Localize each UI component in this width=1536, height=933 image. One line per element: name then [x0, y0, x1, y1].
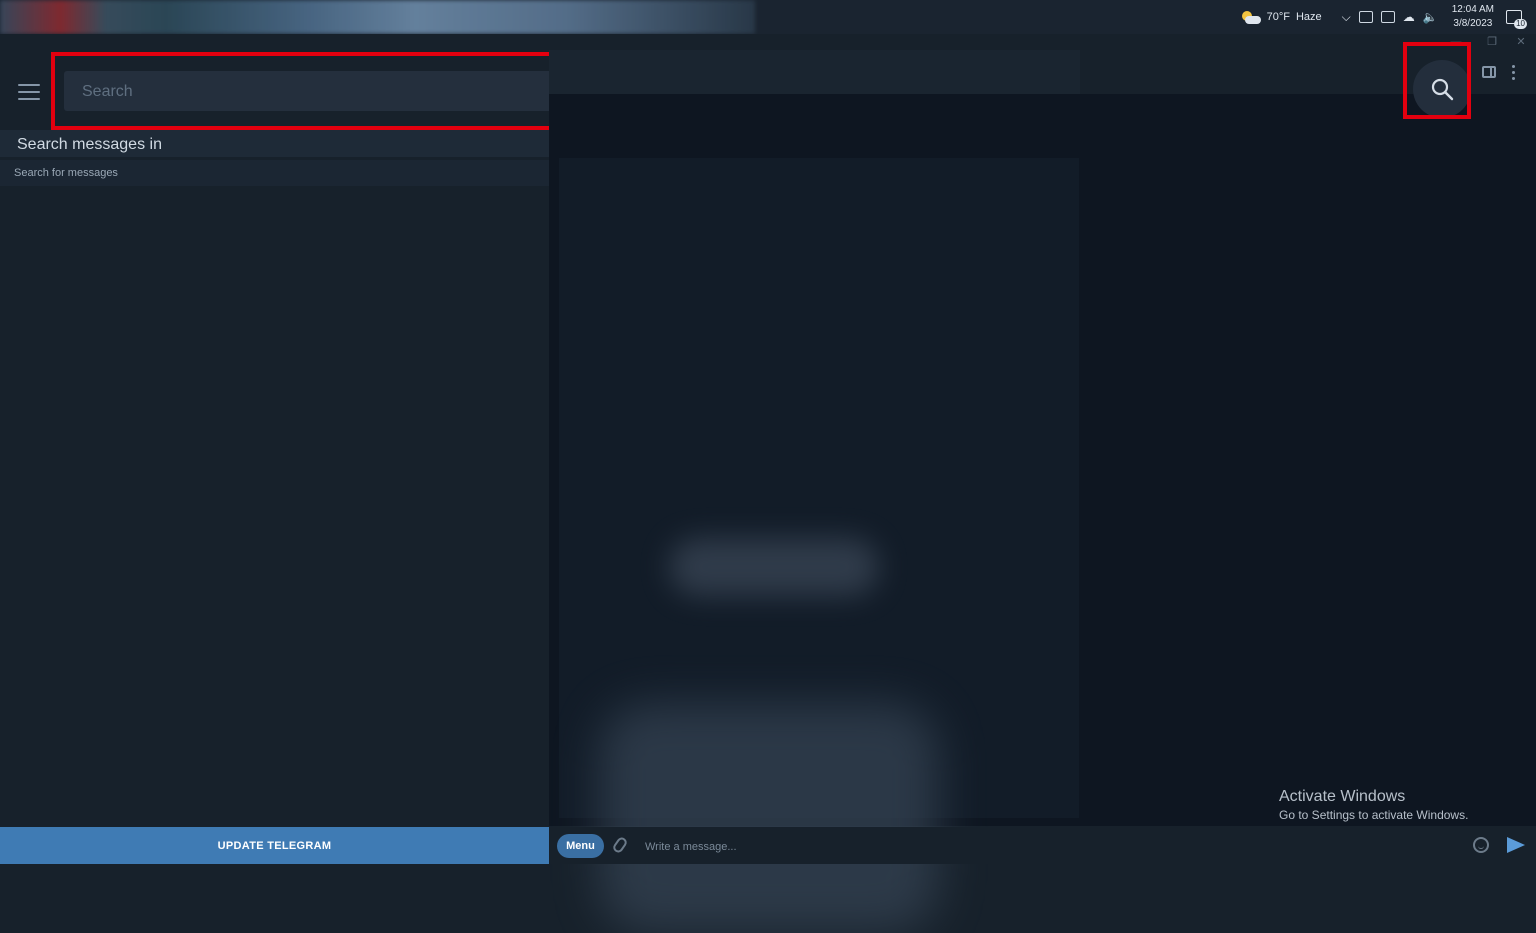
onedrive-cloud-icon[interactable]: ☁ — [1403, 10, 1415, 24]
chat-area: Activate Windows Go to Settings to activ… — [549, 42, 1536, 933]
weather-icon[interactable] — [1239, 9, 1261, 25]
activate-windows-title: Activate Windows — [1279, 788, 1406, 805]
menu-icon[interactable] — [18, 84, 40, 100]
clock-date: 3/8/2023 — [1453, 18, 1493, 29]
attach-icon[interactable] — [611, 835, 629, 855]
notification-count: 10 — [1514, 19, 1527, 29]
update-telegram-button[interactable]: UPDATE TELEGRAM — [0, 827, 549, 864]
network-icon[interactable] — [1358, 11, 1373, 23]
windows-taskbar: 70°F Haze ⌵ ☁ 🔈 12:04 AM 3/8/2023 10 — [0, 0, 1536, 34]
system-tray: 70°F Haze ⌵ ☁ 🔈 12:04 AM 3/8/2023 10 — [1239, 0, 1536, 34]
sidebar-toggle-icon[interactable] — [1482, 66, 1496, 78]
chat-search-highlight-box — [1403, 42, 1471, 119]
window-title-bar: — ❐ ✕ — [0, 34, 1536, 50]
blurred-taskbar-apps — [0, 0, 755, 34]
phone-link-icon[interactable] — [1380, 11, 1395, 23]
left-panel: Search messages in Search for messages — [0, 50, 857, 826]
blurred-message — [669, 538, 879, 596]
weather-condition[interactable]: Haze — [1296, 11, 1322, 23]
search-for-messages-row[interactable]: Search for messages — [0, 160, 549, 186]
weather-temperature[interactable]: 70°F — [1267, 11, 1290, 23]
bot-menu-button[interactable]: Menu — [557, 834, 604, 858]
emoji-icon[interactable] — [1473, 837, 1489, 853]
chat-messages-blurred — [559, 158, 1079, 933]
message-composer: Menu — [549, 827, 1536, 864]
search-messages-in-title: Search messages in — [17, 136, 162, 153]
activate-windows-watermark: Activate Windows Go to Settings to activ… — [1279, 788, 1468, 824]
close-icon[interactable]: ✕ — [1513, 34, 1529, 50]
chat-header-info[interactable] — [549, 50, 1080, 94]
search-for-messages-label: Search for messages — [14, 167, 118, 179]
more-icon[interactable] — [1512, 65, 1516, 81]
activate-windows-subtitle: Go to Settings to activate Windows. — [1279, 808, 1469, 822]
volume-icon[interactable]: 🔈 — [1423, 10, 1438, 24]
clock-time: 12:04 AM — [1451, 4, 1494, 15]
chevron-down-icon[interactable]: ⌵ — [1342, 10, 1351, 25]
blurred-message — [599, 703, 939, 933]
chat-header — [549, 50, 1536, 94]
send-icon[interactable] — [1507, 837, 1525, 853]
notifications-icon[interactable]: 10 — [1506, 10, 1527, 29]
taskbar-clock[interactable]: 12:04 AM 3/8/2023 — [1452, 3, 1494, 31]
message-input[interactable] — [643, 835, 1427, 859]
restore-icon[interactable]: ❐ — [1484, 34, 1500, 50]
